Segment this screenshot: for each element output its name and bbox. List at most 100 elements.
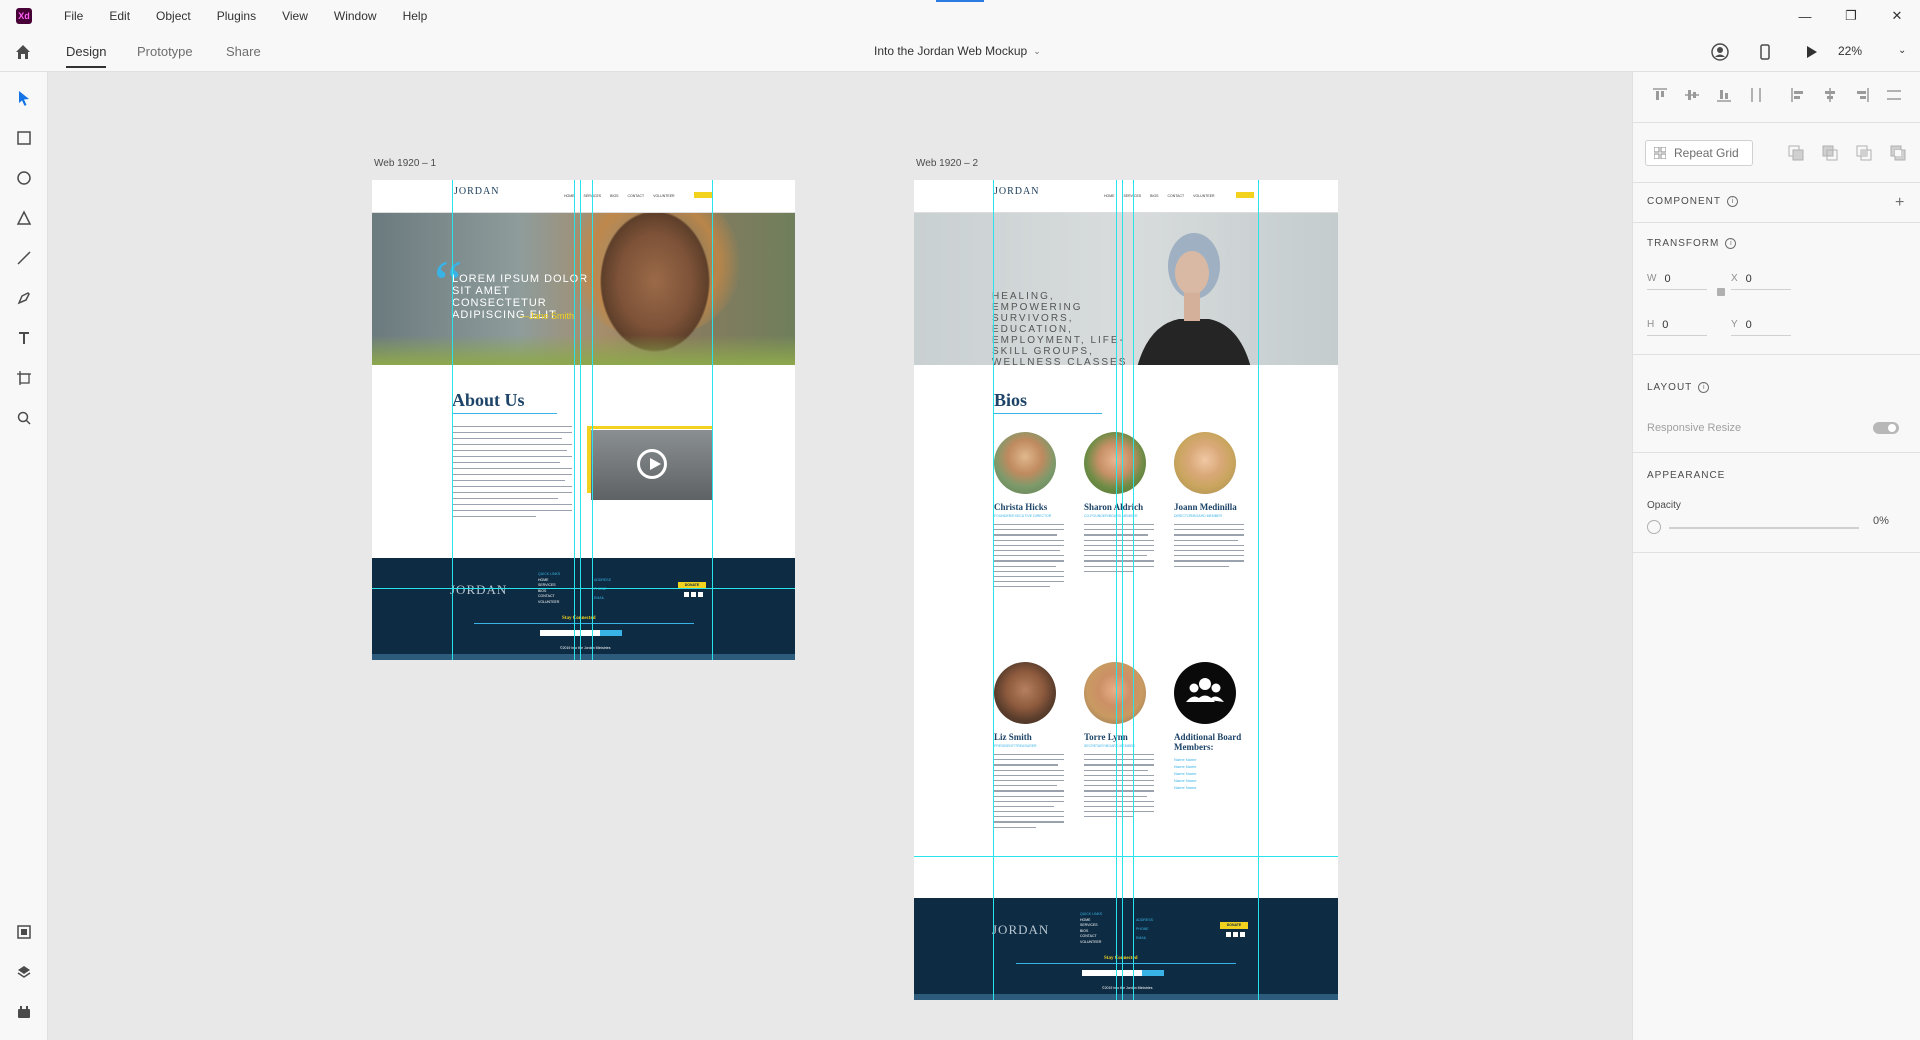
opacity-slider-knob[interactable]	[1647, 520, 1661, 534]
align-bottom-icon[interactable]	[1715, 86, 1733, 104]
info-icon[interactable]: i	[1725, 238, 1737, 249]
opacity-value[interactable]: 0%	[1873, 515, 1889, 527]
board-title: Additional Board Members:	[1174, 732, 1242, 752]
user-icon[interactable]	[1711, 43, 1729, 61]
menu-object[interactable]: Object	[156, 9, 191, 23]
bios-title-rule	[994, 413, 1102, 414]
menu-edit[interactable]: Edit	[109, 9, 130, 23]
layout-heading: LAYOUT i	[1647, 382, 1710, 393]
panel-divider	[1633, 182, 1920, 183]
info-icon[interactable]: i	[1698, 382, 1710, 393]
opacity-slider-track[interactable]	[1669, 527, 1859, 529]
artboard-2-label[interactable]: Web 1920 – 2	[916, 158, 978, 169]
nav-contact: CONTACT	[1167, 194, 1185, 198]
distribute-vertical-icon[interactable]	[1885, 86, 1903, 104]
layers-icon[interactable]	[14, 962, 34, 982]
bios-title: Bios	[994, 390, 1028, 410]
menu-bar: Xd File Edit Object Plugins View Window …	[0, 0, 1920, 32]
hero-image: HEALING, EMPOWERING SURVIVORS, EDUCATION…	[914, 213, 1338, 365]
info-icon[interactable]: i	[1727, 196, 1738, 207]
component-label: COMPONENT	[1647, 196, 1721, 207]
x-label: X	[1731, 273, 1738, 284]
assets-icon[interactable]	[14, 922, 34, 942]
bio-photo	[994, 432, 1056, 494]
home-icon[interactable]	[14, 43, 32, 61]
distribute-horizontal-icon[interactable]	[1747, 86, 1765, 104]
align-center-icon[interactable]	[1821, 86, 1839, 104]
align-top-icon[interactable]	[1651, 86, 1669, 104]
tab-design[interactable]: Design	[66, 44, 107, 68]
hero-image: “ LOREM IPSUM DOLOR SIT AMET CONSECTETUR…	[372, 213, 795, 365]
footer-email-key: EMAIL	[594, 596, 605, 600]
board-member-list: Name Name Name Name Name Name Name Name …	[1174, 756, 1244, 791]
bio-role: SECRETARY/BOARD MEMBER	[1084, 744, 1135, 748]
width-value: 0	[1664, 272, 1671, 285]
align-left-icon[interactable]	[1789, 86, 1807, 104]
x-field[interactable]: X0	[1731, 268, 1791, 290]
bio-card: Liz Smith PRESIDENT/TREASURER	[994, 662, 1064, 832]
footer-phone-key: PHONE	[1136, 927, 1149, 931]
y-label: Y	[1731, 319, 1738, 330]
height-field[interactable]: H0	[1647, 314, 1707, 336]
transform-label: TRANSFORM	[1647, 238, 1720, 249]
bio-role: CO-FOUNDER/BOARD MEMBER	[1084, 514, 1138, 518]
artboard-icon[interactable]	[14, 368, 34, 388]
zoom-icon[interactable]	[14, 408, 34, 428]
exclude-boolean-icon[interactable]	[1889, 144, 1907, 162]
footer-logo: JORDAN	[992, 922, 1050, 937]
responsive-resize-toggle[interactable]	[1873, 422, 1899, 434]
artboard-2[interactable]: JORDAN HOME SERVICES BIOS CONTACT VOLUNT…	[914, 180, 1338, 1000]
nav-home: HOME	[1104, 194, 1115, 198]
polygon-icon[interactable]	[14, 208, 34, 228]
lock-aspect-icon[interactable]	[1717, 288, 1725, 296]
play-icon[interactable]	[1802, 43, 1820, 61]
ellipse-icon[interactable]	[14, 168, 34, 188]
tab-prototype[interactable]: Prototype	[137, 44, 193, 59]
menu-help[interactable]: Help	[403, 9, 428, 23]
restore-icon[interactable]: ❐	[1828, 0, 1874, 32]
minimize-icon[interactable]: —	[1782, 0, 1828, 32]
top-toolbar: Design Prototype Share Into the Jordan W…	[0, 32, 1920, 72]
menu-window[interactable]: Window	[334, 9, 377, 23]
bio-card: Torre Lynn SECRETARY/BOARD MEMBER	[1084, 662, 1154, 821]
close-icon[interactable]: ✕	[1874, 0, 1920, 32]
footer-submit-button	[1142, 970, 1164, 976]
y-field[interactable]: Y0	[1731, 314, 1791, 336]
bio-card: Christa Hicks FOUNDER/EXECUTIVE DIRECTOR	[994, 432, 1064, 591]
text-icon[interactable]	[14, 328, 34, 348]
design-canvas[interactable]: Web 1920 – 1 JORDAN HOME SERVICES BIOS C…	[48, 72, 1632, 1040]
mobile-preview-icon[interactable]	[1756, 43, 1774, 61]
bio-role: DIRECTOR/BOARD MEMBER	[1174, 514, 1222, 518]
tab-share[interactable]: Share	[226, 44, 261, 59]
zoom-level[interactable]: 22%	[1838, 44, 1862, 58]
bio-photo	[1174, 432, 1236, 494]
add-component-icon[interactable]: +	[1895, 194, 1904, 212]
nav-donate-button	[694, 192, 712, 198]
artboard-1-label[interactable]: Web 1920 – 1	[374, 158, 436, 169]
subtract-boolean-icon[interactable]	[1821, 144, 1839, 162]
rectangle-icon[interactable]	[14, 128, 34, 148]
align-middle-icon[interactable]	[1683, 86, 1701, 104]
pen-icon[interactable]	[14, 288, 34, 308]
plugins-icon[interactable]	[14, 1002, 34, 1022]
layout-guide	[1133, 180, 1134, 1000]
line-icon[interactable]	[14, 248, 34, 268]
site-logo: JORDAN	[994, 186, 1040, 197]
select-icon[interactable]	[14, 88, 34, 108]
panel-divider	[1633, 452, 1920, 453]
align-right-icon[interactable]	[1853, 86, 1871, 104]
width-field[interactable]: W0	[1647, 268, 1707, 290]
zoom-chevron-icon[interactable]: ⌄	[1898, 45, 1906, 56]
nav-home: HOME	[564, 194, 575, 198]
nav-bios: BIOS	[610, 194, 619, 198]
tool-rail	[0, 72, 48, 1040]
intersect-boolean-icon[interactable]	[1855, 144, 1873, 162]
artboard-1[interactable]: JORDAN HOME SERVICES BIOS CONTACT VOLUNT…	[372, 180, 795, 660]
document-title[interactable]: Into the Jordan Web Mockup ⌄	[874, 44, 1041, 58]
footer-contact: ADDRESS PHONE EMAIL	[1136, 916, 1156, 943]
repeat-grid-button[interactable]: Repeat Grid	[1645, 140, 1753, 166]
menu-file[interactable]: File	[64, 9, 83, 23]
menu-plugins[interactable]: Plugins	[217, 9, 256, 23]
add-boolean-icon[interactable]	[1787, 144, 1805, 162]
menu-view[interactable]: View	[282, 9, 308, 23]
